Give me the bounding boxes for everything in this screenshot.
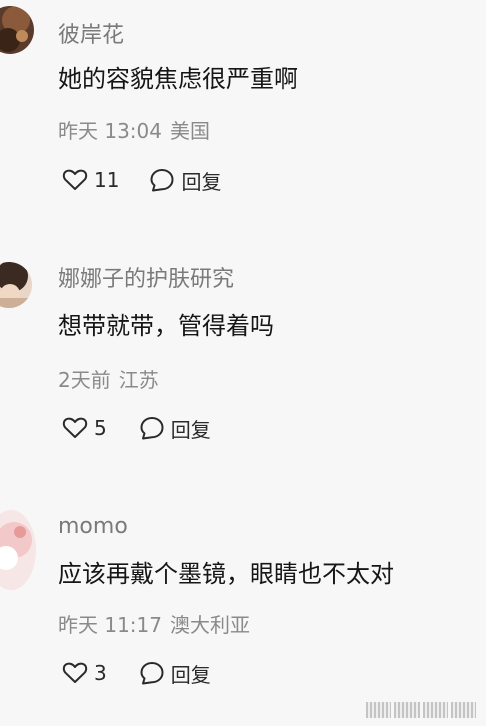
reply-label: 回复 <box>170 662 211 687</box>
avatar[interactable] <box>0 262 32 308</box>
comment-actions: 11 回复 <box>62 165 221 195</box>
comment-time: 2天前 <box>58 368 111 392</box>
comment-content: 她的容貌焦虑很严重啊 <box>58 65 298 93</box>
comment-content: 想带就带，管得着吗 <box>58 312 274 340</box>
like-count: 3 <box>94 661 107 685</box>
comment-location: 澳大利亚 <box>170 613 250 637</box>
avatar[interactable] <box>0 510 36 590</box>
comment-meta: 昨天 13:04 美国 <box>58 118 210 144</box>
comment-username[interactable]: 娜娜子的护肤研究 <box>58 266 234 294</box>
reply-button[interactable]: 回复 <box>139 659 211 688</box>
heart-outline-icon <box>62 661 88 685</box>
comment-meta: 昨天 11:17 澳大利亚 <box>58 612 250 638</box>
comment-actions: 5 回复 <box>62 413 211 443</box>
comment-content: 应该再戴个墨镜，眼睛也不太对 <box>58 560 394 588</box>
comment-meta: 2天前 江苏 <box>58 367 159 393</box>
comment-username[interactable]: 彼岸花 <box>58 22 124 50</box>
reply-label: 回复 <box>170 417 211 442</box>
comment-actions: 3 回复 <box>62 658 211 688</box>
like-button[interactable]: 5 <box>62 416 107 440</box>
heart-outline-icon <box>62 168 88 192</box>
speech-bubble-icon <box>149 167 175 193</box>
like-button[interactable]: 3 <box>62 661 107 685</box>
comment-username[interactable]: momo <box>58 513 128 541</box>
reply-label: 回复 <box>181 169 222 194</box>
like-count: 11 <box>94 168 120 192</box>
reply-button[interactable]: 回复 <box>149 166 221 195</box>
watermark <box>366 702 476 718</box>
like-button[interactable]: 11 <box>62 168 119 192</box>
avatar[interactable] <box>0 6 34 54</box>
heart-outline-icon <box>62 416 88 440</box>
speech-bubble-icon <box>139 415 165 441</box>
comment-location: 美国 <box>170 119 210 143</box>
comment-time: 昨天 13:04 <box>58 119 162 143</box>
comment-location: 江苏 <box>118 368 159 392</box>
comment-time: 昨天 11:17 <box>58 613 162 637</box>
like-count: 5 <box>94 416 107 440</box>
speech-bubble-icon <box>139 660 165 686</box>
reply-button[interactable]: 回复 <box>139 414 211 443</box>
